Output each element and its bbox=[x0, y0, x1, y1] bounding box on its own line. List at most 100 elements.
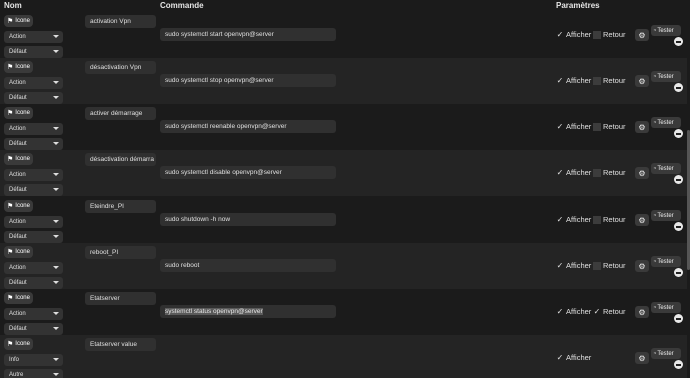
type-select[interactable]: Action bbox=[4, 31, 63, 43]
type-select[interactable]: Action bbox=[4, 308, 63, 320]
configure-button[interactable]: ⚙ bbox=[635, 167, 649, 179]
icone-label: Icone bbox=[15, 110, 30, 116]
gear-icon: ⚙ bbox=[638, 30, 646, 40]
retour-checkbox[interactable]: Retour bbox=[593, 122, 626, 131]
icone-button[interactable]: ⚑ Icone bbox=[4, 246, 33, 258]
retour-label: Retour bbox=[603, 307, 626, 316]
retour-checkbox[interactable]: ✓ Retour bbox=[593, 307, 626, 316]
flag-icon: ⚑ bbox=[7, 156, 14, 163]
subtype-select[interactable]: Défaut bbox=[4, 323, 63, 335]
icone-label: Icone bbox=[15, 18, 30, 24]
tester-button[interactable]: ◔ Tester bbox=[651, 348, 681, 359]
type-select-value: Info bbox=[9, 357, 20, 363]
command-name-input[interactable]: reboot_PI bbox=[85, 246, 156, 259]
subtype-select[interactable]: Défaut bbox=[4, 46, 63, 58]
subtype-select[interactable]: Défaut bbox=[4, 138, 63, 150]
command-input[interactable]: sudo systemctl reenable openvpn@server bbox=[160, 120, 336, 133]
remove-button[interactable] bbox=[674, 222, 683, 231]
configure-button[interactable]: ⚙ bbox=[635, 306, 649, 318]
subtype-select[interactable]: Défaut bbox=[4, 231, 63, 243]
command-input[interactable]: sudo systemctl start openvpn@server bbox=[160, 28, 336, 41]
retour-checkbox[interactable]: Retour bbox=[593, 76, 626, 85]
afficher-checkbox[interactable]: ✓ Afficher bbox=[556, 30, 592, 39]
subtype-select[interactable]: Défaut bbox=[4, 184, 63, 196]
retour-checkbox[interactable]: Retour bbox=[593, 168, 626, 177]
configure-button[interactable]: ⚙ bbox=[635, 214, 649, 226]
subtype-select[interactable]: Autre bbox=[4, 369, 63, 378]
type-select[interactable]: Info bbox=[4, 354, 63, 366]
type-select-value: Action bbox=[9, 34, 26, 40]
remove-button[interactable] bbox=[674, 268, 683, 277]
afficher-checkbox[interactable]: ✓ Afficher bbox=[556, 168, 592, 177]
tester-button[interactable]: ◔ Tester bbox=[651, 117, 681, 128]
icone-button[interactable]: ⚑ Icone bbox=[4, 292, 33, 304]
icone-button[interactable]: ⚑ Icone bbox=[4, 15, 33, 27]
gear-icon: ⚙ bbox=[638, 122, 646, 132]
rss-icon: ◔ bbox=[653, 212, 657, 219]
tester-button[interactable]: ◔ Tester bbox=[651, 256, 681, 267]
type-select[interactable]: Action bbox=[4, 123, 63, 135]
afficher-checkbox[interactable]: ✓ Afficher bbox=[556, 121, 592, 131]
gear-icon: ⚙ bbox=[638, 353, 646, 363]
afficher-checkbox[interactable]: ✓ Afficher bbox=[556, 76, 592, 85]
command-name-input[interactable]: activer démarrage bbox=[85, 107, 156, 120]
remove-button[interactable] bbox=[674, 314, 683, 323]
command-input[interactable]: systemctl status openvpn@server bbox=[160, 305, 336, 318]
tester-button[interactable]: ◔ Tester bbox=[651, 163, 681, 174]
icone-button[interactable]: ⚑ Icone bbox=[4, 61, 33, 73]
icone-label: Icone bbox=[15, 249, 30, 255]
tester-button[interactable]: ◔ Tester bbox=[651, 25, 681, 36]
tester-button[interactable]: ◔ Tester bbox=[651, 71, 681, 82]
type-select[interactable]: Action bbox=[4, 216, 63, 228]
afficher-checkbox[interactable]: ✓ Afficher bbox=[556, 353, 592, 362]
retour-checkbox[interactable]: Retour bbox=[593, 261, 626, 270]
remove-button[interactable] bbox=[674, 83, 683, 92]
subtype-select[interactable]: Défaut bbox=[4, 277, 63, 289]
configure-button[interactable]: ⚙ bbox=[635, 121, 649, 133]
command-name-input[interactable]: désactivation Vpn bbox=[85, 61, 156, 74]
check-icon: ✓ bbox=[556, 121, 564, 131]
configure-button[interactable]: ⚙ bbox=[635, 260, 649, 272]
remove-button[interactable] bbox=[674, 37, 683, 46]
rss-icon: ◔ bbox=[653, 27, 657, 34]
configure-button[interactable]: ⚙ bbox=[635, 29, 649, 41]
type-select-value: Action bbox=[9, 80, 26, 86]
retour-checkbox[interactable]: Retour bbox=[593, 215, 626, 224]
icone-button[interactable]: ⚑ Icone bbox=[4, 153, 33, 165]
command-input[interactable]: sudo shutdown -h now bbox=[160, 213, 336, 226]
icone-button[interactable]: ⚑ Icone bbox=[4, 200, 33, 212]
command-name-input[interactable]: Etatserver bbox=[85, 292, 156, 305]
tester-button[interactable]: ◔ Tester bbox=[651, 302, 681, 313]
command-name-input[interactable]: activation Vpn bbox=[85, 15, 156, 28]
command-name-input[interactable]: désactivation démarra bbox=[85, 153, 156, 166]
icone-button[interactable]: ⚑ Icone bbox=[4, 338, 33, 350]
subtype-select[interactable]: Défaut bbox=[4, 92, 63, 104]
command-name-input[interactable]: Eteindre_PI bbox=[85, 200, 156, 213]
type-select[interactable]: Action bbox=[4, 169, 63, 181]
configure-button[interactable]: ⚙ bbox=[635, 352, 649, 364]
afficher-checkbox[interactable]: ✓ Afficher bbox=[556, 261, 592, 270]
remove-button[interactable] bbox=[674, 175, 683, 184]
command-input[interactable]: sudo systemctl disable openvpn@server bbox=[160, 166, 336, 179]
command-name-input[interactable]: Etatserver value bbox=[85, 338, 156, 351]
chevron-down-icon bbox=[53, 50, 59, 53]
command-input[interactable]: sudo reboot bbox=[160, 259, 336, 272]
table-row: ⚑ Icone Action Défaut activer démarrage sudo … bbox=[0, 104, 687, 150]
subtype-select-value: Défaut bbox=[9, 187, 27, 193]
table-row: ⚑ Icone Action Défaut reboot_PIsudo reboot ✓ A… bbox=[0, 243, 687, 289]
tester-button[interactable]: ◔ Tester bbox=[651, 210, 681, 221]
command-input[interactable]: sudo systemctl stop openvpn@server bbox=[160, 74, 336, 87]
icone-button[interactable]: ⚑ Icone bbox=[4, 107, 33, 119]
afficher-checkbox[interactable]: ✓ Afficher bbox=[556, 215, 592, 224]
retour-checkbox[interactable]: Retour bbox=[593, 30, 626, 39]
configure-button[interactable]: ⚙ bbox=[635, 75, 649, 87]
remove-button[interactable] bbox=[674, 129, 683, 138]
subtype-select-value: Autre bbox=[9, 372, 24, 378]
chevron-down-icon bbox=[53, 35, 59, 38]
afficher-checkbox[interactable]: ✓ Afficher bbox=[556, 307, 592, 316]
type-select[interactable]: Action bbox=[4, 262, 63, 274]
remove-button[interactable] bbox=[674, 360, 683, 369]
rss-icon: ◔ bbox=[653, 304, 657, 311]
type-select[interactable]: Action bbox=[4, 77, 63, 89]
afficher-label: Afficher bbox=[566, 76, 592, 85]
